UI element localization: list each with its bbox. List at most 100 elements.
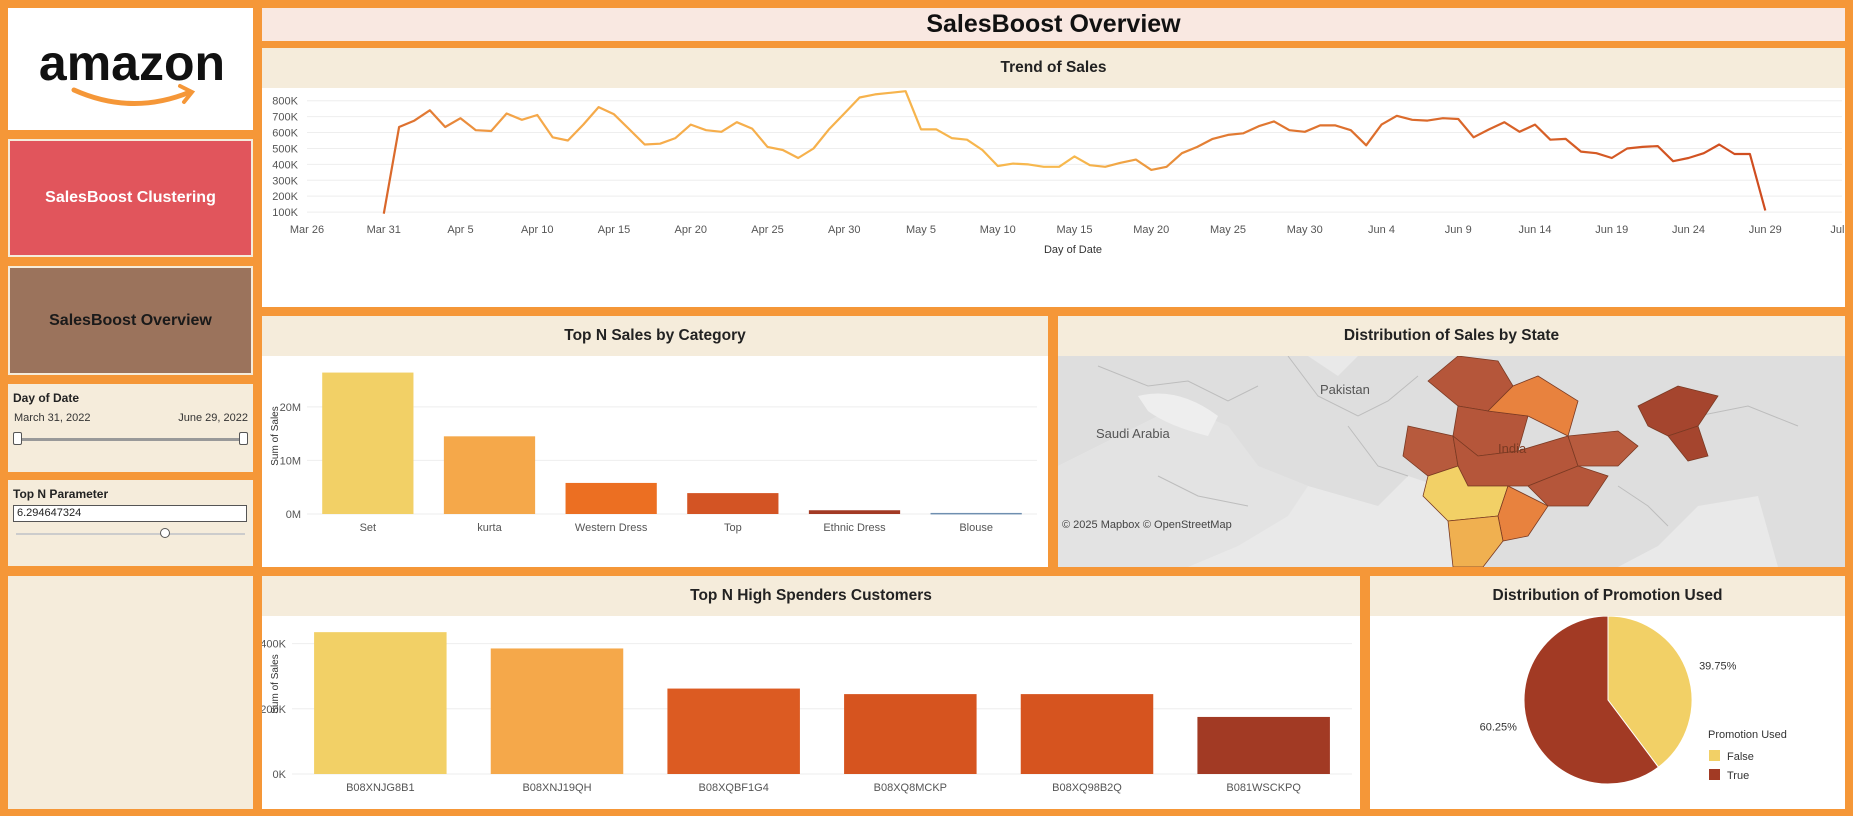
- distribution-of-sales-by-state-panel: Distribution of Sales by State Pakistan …: [1058, 316, 1845, 567]
- customers-chart-title: Top N High Spenders Customers: [262, 576, 1360, 616]
- trend-line-chart[interactable]: 100K 200K 300K 400K 500K 600K 700K 800K Mar 26 Ma…: [262, 88, 1845, 307]
- amazon-logo-text: amazon: [39, 35, 225, 91]
- salesboost-overview-button[interactable]: SalesBoost Overview: [8, 266, 253, 375]
- customers-bar-chart[interactable]: 0K200K400KB08XNJG8B1 B08XNJ19QH B08XQBF1G4…: [262, 616, 1360, 809]
- category-chart-title: Top N Sales by Category: [262, 316, 1048, 356]
- date-slider-start-handle[interactable]: [13, 432, 22, 445]
- bar-top: [687, 493, 779, 514]
- trend-x-tick-label: Jun 14: [1518, 224, 1551, 236]
- bar-western-dress: [565, 482, 657, 514]
- salesboost-overview-label: SalesBoost Overview: [49, 311, 212, 329]
- pie-legend-swatch: [1709, 769, 1720, 780]
- top-n-sales-by-category-panel: Top N Sales by Category 0M 10M 20M Set kurta…: [262, 316, 1048, 567]
- map-label-pakistan: Pakistan: [1320, 382, 1370, 397]
- trend-y-tick-label: 800K: [272, 96, 298, 108]
- bar-y-tick-label: 20M: [280, 402, 301, 414]
- sales-by-state-map[interactable]: Pakistan Saudi Arabia India © 2025 Mapbo…: [1058, 356, 1845, 567]
- bar-category-label: B08XNJ19QH: [522, 782, 591, 794]
- trend-x-tick-label: Apr 5: [447, 224, 473, 236]
- bar-y-tick-label: 10M: [280, 455, 301, 467]
- bar-category-label: B081WSCKPQ: [1226, 782, 1301, 794]
- amazon-smile-icon: [71, 87, 193, 106]
- top-n-parameter-control: Top N Parameter 6.294647324: [8, 480, 253, 566]
- pie-legend-label: True: [1727, 770, 1749, 782]
- promo-chart-title: Distribution of Promotion Used: [1370, 576, 1845, 616]
- trend-y-tick-label: 300K: [272, 175, 298, 187]
- day-of-date-filter: Day of Date March 31, 2022 June 29, 2022: [8, 384, 253, 472]
- bar-category-label: B08XQ98B2Q: [1052, 782, 1122, 794]
- trend-y-tick-label: 500K: [272, 143, 298, 155]
- map-title: Distribution of Sales by State: [1058, 316, 1845, 356]
- bar-category-label: B08XQ8MCKP: [874, 782, 947, 794]
- trend-x-tick-label: Mar 26: [290, 224, 324, 236]
- date-slider-end-handle[interactable]: [239, 432, 248, 445]
- topn-slider-knob[interactable]: [159, 528, 170, 538]
- topn-param-label: Top N Parameter: [13, 487, 109, 501]
- date-end-value: June 29, 2022: [178, 412, 248, 424]
- trend-x-tick-label: May 25: [1210, 224, 1246, 236]
- trend-x-tick-label: May 10: [980, 224, 1016, 236]
- bar-b08xnjg8b1: [314, 632, 447, 774]
- bar-category-label: Top: [724, 522, 742, 534]
- trend-x-tick-label: Jun 19: [1595, 224, 1628, 236]
- amazon-logo: amazon: [39, 35, 225, 106]
- bar-category-label: B08XNJG8B1: [346, 782, 414, 794]
- trend-x-tick-label: May 15: [1056, 224, 1092, 236]
- map-label-saudi-arabia: Saudi Arabia: [1096, 426, 1170, 441]
- promotion-pie-chart[interactable]: 39.75% 60.25% Promotion Used False True: [1370, 616, 1845, 809]
- pie-percent-label: 39.75%: [1699, 661, 1737, 673]
- trend-x-tick-label: Jun 29: [1749, 224, 1782, 236]
- bar-y-axis-label: Sum of Sales: [270, 406, 281, 465]
- bar-b08xq8mckp: [844, 694, 977, 774]
- trend-x-tick-label: May 5: [906, 224, 936, 236]
- pie-percent-label: 60.25%: [1480, 721, 1518, 733]
- map-attribution[interactable]: © 2025 Mapbox © OpenStreetMap: [1062, 519, 1232, 531]
- trend-y-tick-label: 400K: [272, 159, 298, 171]
- top-n-high-spenders-panel: Top N High Spenders Customers 0K 200K 400K…: [262, 576, 1360, 809]
- trend-x-tick-label: Apr 20: [675, 224, 707, 236]
- trend-of-sales-panel: Trend of Sales 100K 200K 300K 400K 500K 600K 7…: [262, 48, 1845, 307]
- category-bar-chart[interactable]: 0M 10M 20M Set kurta Western Dress Top Ethnic D…: [262, 356, 1048, 567]
- trend-title: Trend of Sales: [262, 48, 1845, 88]
- trend-x-tick-label: Jun 24: [1672, 224, 1705, 236]
- distribution-of-promotion-panel: Distribution of Promotion Used 39.75% 60.…: [1370, 576, 1845, 809]
- trend-y-tick-label: 700K: [272, 112, 298, 124]
- trend-x-tick-label: May 20: [1133, 224, 1169, 236]
- bar-category-label: Set: [360, 522, 377, 534]
- trend-x-tick-label: Apr 10: [521, 224, 553, 236]
- bar-y-tick-label: 0M: [286, 509, 301, 521]
- pie-legend-label: False: [1727, 751, 1754, 763]
- pie-legend-swatch: [1709, 750, 1720, 761]
- bar-set: [322, 372, 414, 514]
- trend-x-tick-label: Apr 15: [598, 224, 630, 236]
- date-filter-label: Day of Date: [13, 391, 80, 405]
- trend-x-tick-label: Jun 4: [1368, 224, 1395, 236]
- bar-kurta: [443, 436, 536, 514]
- salesboost-clustering-label: SalesBoost Clustering: [45, 189, 216, 206]
- trend-y-tick-label: 200K: [272, 191, 298, 203]
- topn-slider-track[interactable]: [16, 533, 245, 535]
- page-title: SalesBoost Overview: [262, 8, 1845, 41]
- topn-param-input[interactable]: 6.294647324: [13, 505, 247, 522]
- date-slider-track[interactable]: [18, 438, 244, 441]
- trend-x-axis-label: Day of Date: [1044, 244, 1102, 256]
- bar-b08xq98b2q: [1020, 694, 1154, 774]
- bar-blouse: [930, 512, 1022, 515]
- trend-x-tick-label: Jun 9: [1445, 224, 1472, 236]
- bar-y-tick-label: 0K: [273, 769, 287, 781]
- trend-series-line: [382, 90, 1767, 214]
- bar-b08xqbf1g4: [667, 688, 800, 774]
- amazon-logo-panel: amazon: [8, 8, 253, 130]
- trend-y-tick-label: 100K: [272, 207, 298, 219]
- date-start-value: March 31, 2022: [14, 412, 91, 424]
- trend-x-tick-label: Jul 4: [1830, 224, 1845, 236]
- bar-b08xnj19qh: [490, 648, 624, 774]
- bar-category-label: Blouse: [959, 522, 993, 534]
- empty-filter-area: [8, 576, 253, 809]
- pie-legend-title: Promotion Used: [1708, 729, 1787, 741]
- bar-y-axis-label: Sum of Sales: [270, 654, 281, 713]
- trend-x-tick-label: May 30: [1287, 224, 1323, 236]
- salesboost-clustering-button[interactable]: SalesBoost Clustering: [8, 139, 253, 257]
- bar-category-label: Western Dress: [575, 522, 648, 534]
- bar-category-label: kurta: [477, 522, 502, 534]
